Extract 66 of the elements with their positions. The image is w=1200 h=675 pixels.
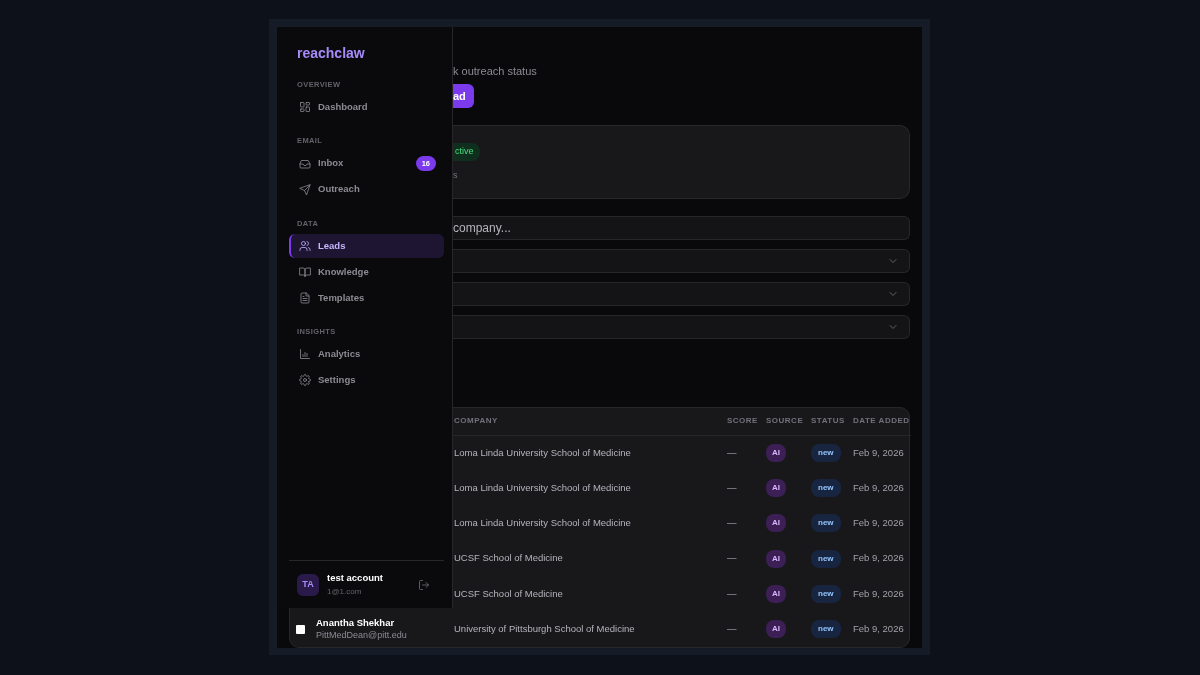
source-badge: AI	[766, 584, 786, 603]
status-badge: ctive	[453, 143, 480, 161]
company-name: Loma Linda University School of Medicine	[454, 446, 631, 458]
date-text: Feb 9, 2026	[853, 517, 904, 529]
send-icon	[299, 183, 311, 196]
score-text: —	[727, 517, 737, 529]
source-badge: AI	[766, 514, 786, 533]
document-icon	[299, 291, 311, 304]
date-text: Feb 9, 2026	[853, 552, 904, 564]
column-header: DATE ADDED	[853, 416, 910, 426]
sidebar-item[interactable]: Leads	[289, 233, 444, 258]
score-text: —	[727, 623, 737, 634]
sidebar-item[interactable]: Knowledge	[289, 259, 444, 284]
sidebar-item[interactable]: Analytics	[289, 342, 444, 366]
date-text: Feb 9, 2026	[853, 587, 904, 599]
app-logo: reachclaw	[297, 44, 365, 63]
date-text: Feb 9, 2026	[853, 623, 904, 634]
gear-icon	[299, 374, 311, 386]
status-badge: new	[811, 443, 841, 462]
score-text: —	[727, 446, 737, 458]
score-text: —	[727, 587, 737, 599]
source-badge: AI	[766, 443, 786, 462]
status-badge: new	[811, 478, 841, 497]
user-name: test account	[327, 571, 384, 586]
column-header: SOURCE	[766, 416, 804, 426]
sidebar-item[interactable]: Settings	[289, 368, 444, 392]
lead-email: PittMedDean@pitt.edu	[316, 629, 407, 642]
sidebar-item[interactable]: Dashboard	[289, 95, 444, 120]
status-badge: new	[811, 549, 841, 568]
source-badge: AI	[766, 620, 786, 639]
grid-icon	[299, 101, 311, 114]
row-checkbox[interactable]	[296, 624, 305, 634]
status-badge: new	[811, 620, 841, 639]
user-email: 1@1.com	[327, 585, 363, 598]
status-badge: new	[811, 514, 841, 533]
company-name: Loma Linda University School of Medicine	[454, 517, 631, 529]
date-text: Feb 9, 2026	[853, 481, 904, 493]
book-icon	[299, 265, 311, 278]
bar-chart-icon	[299, 348, 311, 360]
column-header: STATUS	[811, 416, 845, 426]
filter-select[interactable]	[453, 282, 910, 306]
status-badge: new	[811, 584, 841, 603]
sidebar-item[interactable]: Templates	[289, 285, 444, 310]
page-subtitle: k outreach status	[453, 64, 538, 79]
filter-select[interactable]	[453, 315, 910, 339]
source-badge: AI	[766, 478, 786, 497]
lead-name: Anantha Shekhar	[316, 617, 396, 630]
score-text: —	[727, 481, 737, 493]
company-name: Loma Linda University School of Medicine	[454, 481, 631, 493]
source-badge: AI	[766, 549, 786, 568]
users-icon	[299, 239, 311, 252]
company-name: UCSF School of Medicine	[454, 587, 563, 599]
sidebar-item[interactable]: Outreach	[289, 177, 444, 202]
date-text: Feb 9, 2026	[853, 446, 904, 458]
company-name: University of Pittsburgh School of Medicine	[454, 623, 635, 634]
logout-icon	[418, 578, 430, 591]
search-field[interactable]: company...	[453, 216, 910, 240]
avatar: TA	[297, 573, 319, 596]
column-header: SCORE	[727, 416, 758, 426]
filter-select[interactable]	[453, 249, 910, 273]
add-button[interactable]: ad	[453, 84, 474, 108]
card-text: s	[453, 170, 458, 180]
inbox-icon	[299, 157, 311, 170]
score-text: —	[727, 552, 737, 564]
column-header: COMPANY	[454, 416, 498, 426]
company-name: UCSF School of Medicine	[454, 552, 563, 564]
